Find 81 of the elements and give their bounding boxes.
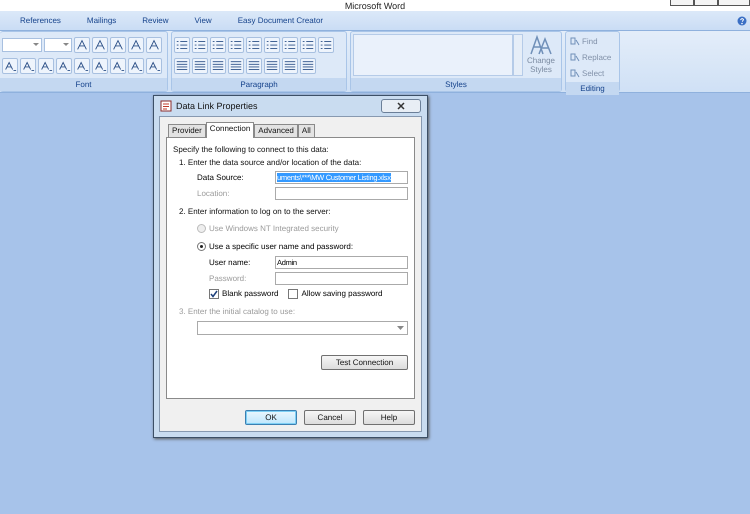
dialog-title: Data Link Properties (176, 101, 258, 111)
formatting-icon[interactable] (74, 58, 90, 74)
list-icon[interactable] (246, 36, 262, 52)
align-icon[interactable] (174, 58, 190, 74)
tool-icon (570, 52, 580, 62)
field-label: User name: (209, 258, 252, 266)
input-field[interactable] (275, 186, 408, 200)
input-field[interactable] (275, 272, 408, 284)
dropdown-arrow-icon (397, 326, 404, 330)
dialog-tab[interactable]: Connection (206, 122, 254, 138)
align-icon[interactable] (228, 58, 244, 74)
database-icon (160, 100, 172, 112)
list-icon[interactable] (264, 36, 280, 52)
tool-icon (570, 36, 580, 46)
field-label: Password: (209, 274, 248, 282)
tool-icon (570, 68, 580, 78)
test-connection-button[interactable]: Test Connection (321, 355, 408, 370)
group-label: Paragraph (172, 78, 346, 91)
dialog-button[interactable]: OK (245, 410, 297, 425)
instruction-text: Specify the following to connect to this data: (173, 144, 330, 155)
checkbox[interactable] (209, 288, 219, 298)
group-label: Styles (351, 78, 561, 91)
formatting-icon[interactable] (110, 58, 126, 74)
list-icon[interactable] (282, 36, 298, 52)
formatting-icon[interactable] (56, 58, 72, 74)
dialog-tab[interactable]: Advanced (254, 124, 298, 137)
radio-label: Use a specific user name and password: (209, 242, 354, 251)
align-icon[interactable] (192, 58, 208, 74)
close-button[interactable] (381, 99, 421, 113)
checkbox-label: Allow saving password (301, 289, 382, 298)
formatting-icon[interactable] (128, 36, 144, 52)
help-icon[interactable] (737, 16, 747, 26)
list-icon[interactable] (210, 36, 226, 52)
window-title: Microsoft Word (344, 0, 406, 10)
group-label: Editing (566, 82, 619, 95)
dialog-tab[interactable]: All (298, 124, 315, 137)
ribbon-tab[interactable]: Mailings (86, 16, 128, 25)
gallery-scrollbar[interactable] (513, 34, 523, 76)
list-icon[interactable] (192, 36, 208, 52)
dialog-button[interactable]: Help (363, 410, 415, 425)
close-icon (397, 102, 405, 110)
close-button[interactable] (718, 0, 750, 6)
formatting-icon[interactable] (146, 36, 162, 52)
list-icon[interactable] (174, 36, 190, 52)
formatting-icon[interactable] (92, 58, 108, 74)
formatting-icon[interactable] (92, 36, 108, 52)
formatting-icon[interactable] (128, 58, 144, 74)
formatting-icon[interactable] (74, 36, 90, 52)
field-label: Location: (197, 188, 230, 198)
list-icon[interactable] (318, 36, 334, 52)
formatting-icon[interactable] (146, 58, 162, 74)
align-icon[interactable] (246, 58, 262, 74)
align-icon[interactable] (282, 58, 298, 74)
letters-icon (529, 34, 553, 56)
formatting-icon[interactable] (110, 36, 126, 52)
group-label: Font (0, 78, 167, 91)
ribbon-tab[interactable]: Easy Document Creator (238, 16, 336, 25)
checkmark-icon (210, 290, 218, 298)
radio-label: Use Windows NT Integrated security (209, 224, 339, 233)
step-label: 1. Enter the data source and/or location of the data: (179, 157, 362, 168)
align-icon[interactable] (264, 58, 280, 74)
dialog-tab[interactable]: Provider (168, 124, 206, 137)
radio-button[interactable] (197, 242, 206, 251)
list-icon[interactable] (228, 36, 244, 52)
step-label: 3. Enter the initial catalog to use: (179, 306, 296, 317)
ribbon-tab[interactable]: References (20, 16, 73, 25)
list-icon[interactable] (300, 36, 316, 52)
formatting-icon[interactable] (38, 58, 54, 74)
step-label: 2. Enter information to log on to the server: (179, 206, 332, 217)
maximize-button[interactable] (694, 0, 718, 6)
dialog-button[interactable]: Cancel (304, 410, 356, 425)
checkbox[interactable] (288, 288, 298, 298)
field-label: Data Source: (197, 172, 245, 182)
ribbon-tab[interactable]: Review (142, 16, 180, 25)
minimize-button[interactable] (670, 0, 694, 6)
align-icon[interactable] (300, 58, 316, 74)
ribbon-tab[interactable]: View (194, 16, 224, 25)
formatting-icon[interactable] (20, 58, 36, 74)
formatting-icon[interactable] (2, 58, 18, 74)
align-icon[interactable] (210, 58, 226, 74)
checkbox-label: Blank password (222, 289, 278, 298)
